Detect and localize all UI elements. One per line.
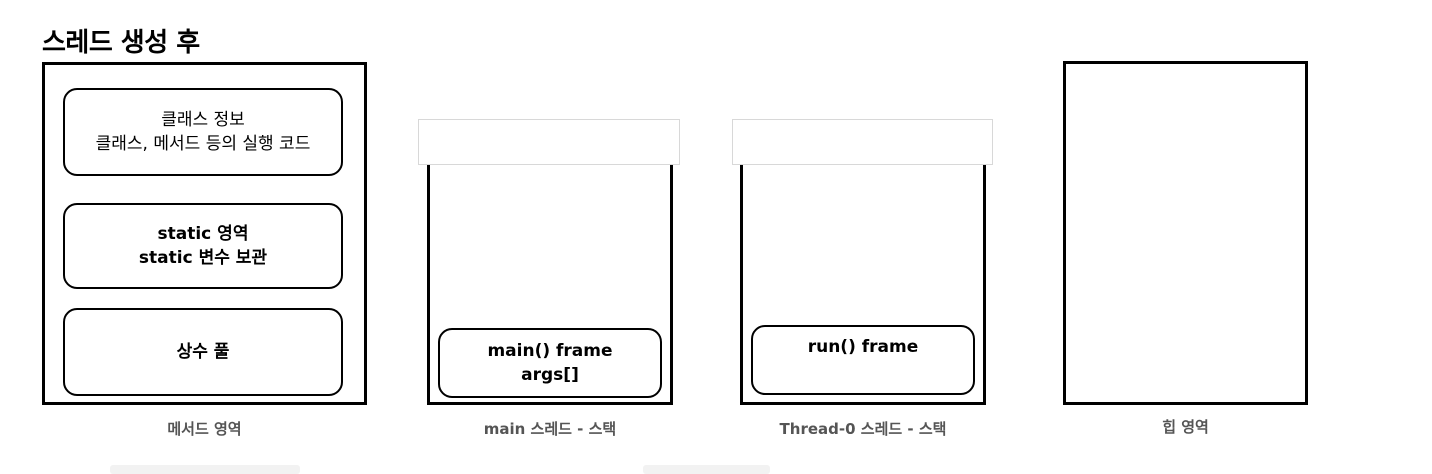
class-info-title: 클래스 정보 (161, 110, 245, 130)
faint-block (643, 465, 770, 474)
main-stack-caption: main 스레드 - 스택 (483, 420, 617, 438)
thread0-stack-caption: Thread-0 스레드 - 스택 (779, 420, 947, 438)
main-frame-title: main() frame (487, 341, 613, 361)
faint-block (110, 465, 300, 474)
main-stack-lid (418, 119, 680, 165)
constant-pool-box: 상수 풀 (63, 308, 343, 396)
main-frame-args: args[] (521, 365, 579, 385)
class-info-box: 클래스 정보 클래스, 메서드 등의 실행 코드 (63, 88, 343, 176)
method-area-box: 클래스 정보 클래스, 메서드 등의 실행 코드 static 영역 stati… (42, 62, 367, 405)
static-area-desc: static 변수 보관 (138, 248, 268, 268)
static-area-title: static 영역 (157, 224, 249, 244)
class-info-desc: 클래스, 메서드 등의 실행 코드 (95, 134, 311, 154)
diagram-title: 스레드 생성 후 (42, 28, 200, 58)
thread0-stack-lid (732, 119, 993, 165)
run-frame-box: run() frame (751, 325, 975, 395)
constant-pool-label: 상수 풀 (176, 342, 230, 362)
heap-caption: 힙 영역 (1162, 418, 1209, 436)
main-frame-box: main() frame args[] (438, 328, 662, 398)
static-area-box: static 영역 static 변수 보관 (63, 203, 343, 289)
run-frame-title: run() frame (807, 337, 919, 357)
method-area-caption: 메서드 영역 (167, 420, 242, 438)
heap-box (1063, 61, 1308, 405)
